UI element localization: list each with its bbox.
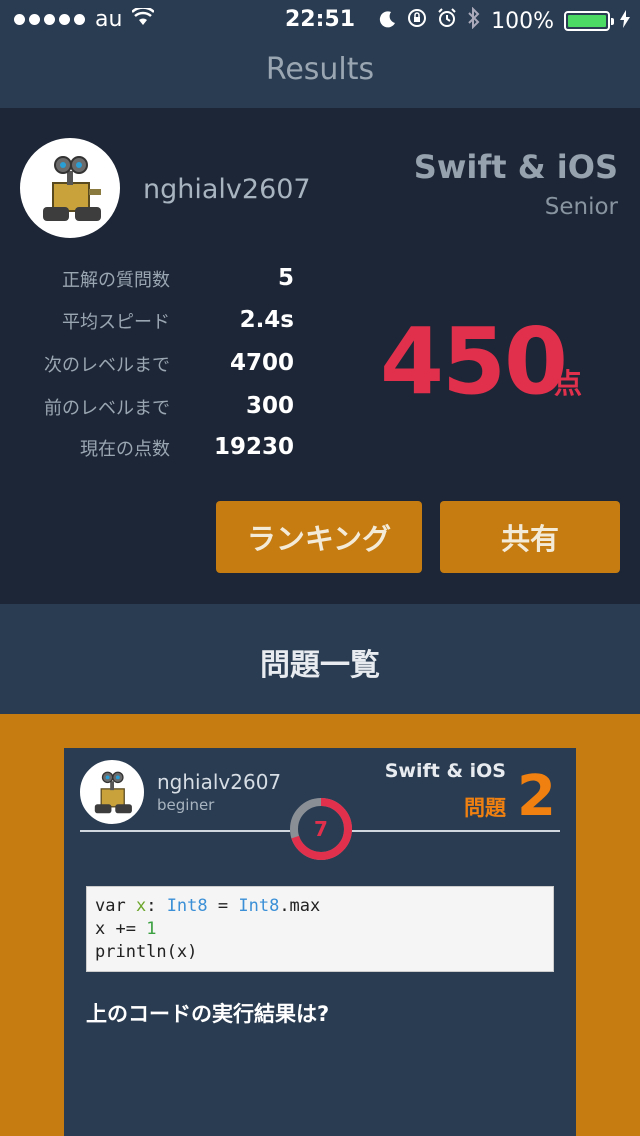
bluetooth-icon — [467, 6, 481, 35]
question-course: Swift & iOS — [384, 760, 506, 782]
question-prompt: 上のコードの実行結果は? — [86, 1002, 330, 1026]
stat-label-correct: 正解の質問数 — [62, 270, 170, 291]
charging-icon — [620, 9, 630, 34]
username: nghialv2607 — [143, 174, 311, 205]
question-card[interactable]: nghialv2607 beginer Swift & iOS 問題 2 7 v… — [64, 748, 576, 1136]
course-name: Swift & iOS — [413, 148, 618, 186]
code-block: var x: Int8 = Int8.max x += 1 println(x) — [86, 886, 554, 972]
stat-label-next-level: 次のレベルまで — [44, 355, 170, 376]
top-bar: au 22:51 100% Results — [0, 0, 640, 108]
avatar — [80, 760, 144, 824]
alarm-icon — [437, 8, 457, 34]
status-bar: au 22:51 100% — [0, 0, 640, 40]
robot-avatar-icon — [82, 762, 142, 822]
stat-label-prev-level: 前のレベルまで — [44, 398, 170, 419]
stat-value-prev-level: 300 — [245, 393, 294, 419]
code-line: var x: Int8 = Int8.max — [95, 896, 321, 916]
moon-icon — [379, 9, 397, 34]
question-label: 問題 — [464, 796, 506, 820]
stat-value-speed: 2.4s — [239, 307, 294, 333]
page-title: Results — [265, 52, 375, 87]
code-line: println(x) — [95, 942, 198, 962]
share-button[interactable]: 共有 — [440, 501, 620, 573]
battery-icon — [564, 11, 614, 31]
avatar[interactable] — [20, 138, 120, 238]
score-value: 450 — [380, 308, 568, 415]
question-list-header: 問題一覧 — [0, 604, 640, 714]
robot-avatar-icon — [23, 141, 117, 235]
section-title: 問題一覧 — [260, 648, 380, 683]
user-level: Senior — [544, 194, 618, 220]
results-panel: nghialv2607 Swift & iOS Senior 正解の質問数 5 … — [0, 108, 640, 604]
battery-percent: 100% — [491, 8, 554, 34]
stat-value-next-level: 4700 — [229, 350, 294, 376]
score-unit: 点 — [554, 367, 583, 400]
stat-label-speed: 平均スピード — [62, 312, 170, 333]
timer-value: 7 — [314, 817, 328, 841]
stat-value-correct: 5 — [277, 265, 294, 291]
stat-label-current-points: 現在の点数 — [80, 439, 170, 460]
question-user-level: beginer — [157, 796, 215, 814]
stat-value-current-points: 19230 — [213, 434, 294, 460]
question-number: 2 — [517, 764, 556, 829]
question-username: nghialv2607 — [157, 770, 282, 794]
question-list: nghialv2607 beginer Swift & iOS 問題 2 7 v… — [0, 714, 640, 1136]
code-line: x += 1 — [95, 919, 157, 939]
ranking-button[interactable]: ランキング — [216, 501, 422, 573]
countdown-timer: 7 — [286, 794, 356, 864]
status-right: 100% — [379, 6, 630, 35]
rotation-lock-icon — [407, 8, 427, 34]
